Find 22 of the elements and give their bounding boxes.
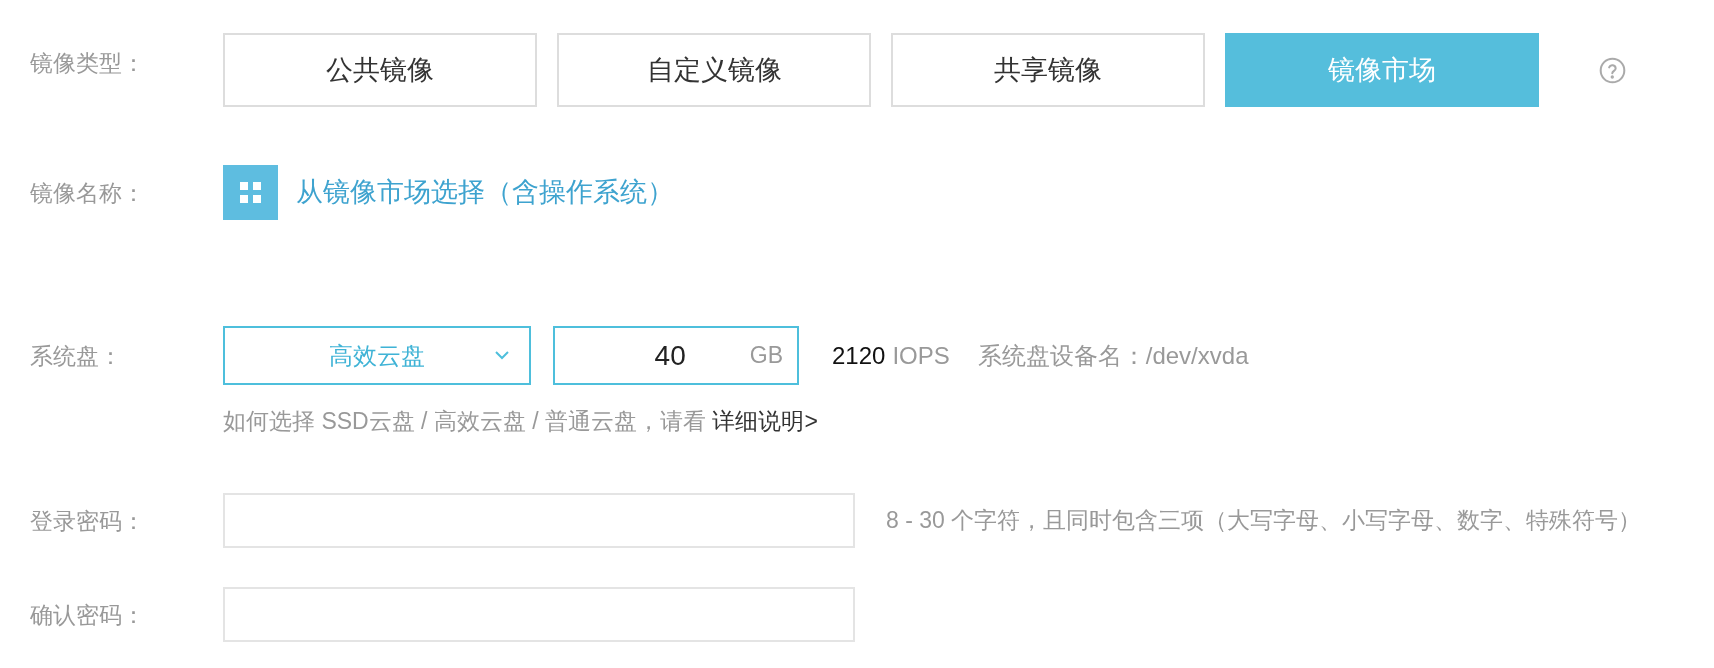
image-type-tab[interactable]: 公共镜像 — [223, 33, 537, 107]
password-field[interactable] — [223, 493, 855, 548]
field-label: 系统盘： — [30, 341, 123, 371]
chevron-down-icon — [495, 351, 509, 360]
field-label: 镜像名称： — [30, 178, 146, 208]
grid-icon[interactable] — [223, 165, 278, 220]
field-label: 确认密码： — [30, 600, 146, 630]
help-icon[interactable] — [1599, 56, 1626, 84]
device-name: 系统盘设备名：/dev/xvda — [977, 340, 1249, 371]
image-type-tab[interactable]: 自定义镜像 — [557, 33, 871, 107]
field-label: 登录密码： — [30, 506, 146, 536]
size-value: 40 — [654, 338, 686, 373]
field-label: 镜像类型： — [30, 49, 146, 78]
image-type-tab[interactable]: 共享镜像 — [891, 33, 1205, 107]
confirm-password-field[interactable] — [223, 587, 855, 642]
iops-unit: IOPS — [892, 340, 950, 371]
unit-label: GB — [749, 341, 783, 371]
details-link[interactable]: 详细说明> — [712, 408, 818, 434]
password-hint: 8 - 30 个字符，且同时包含三项（大写字母、小写字母、数字、特殊符号） — [886, 506, 1642, 536]
iops-value: 2120 — [832, 340, 886, 371]
disk-help-text: 如何选择 SSD云盘 / 高效云盘 / 普通云盘，请看 详细说明> — [223, 407, 818, 436]
disk-size-field[interactable]: 40 GB — [553, 326, 799, 385]
